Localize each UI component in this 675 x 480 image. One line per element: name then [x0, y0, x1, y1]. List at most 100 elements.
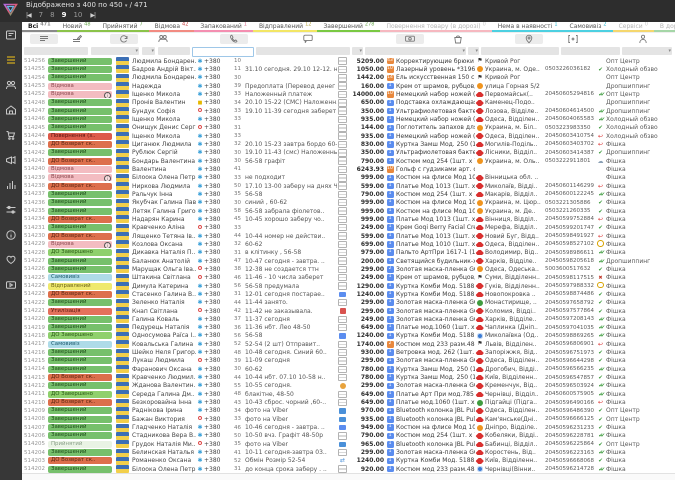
tracking-number[interactable]: 20450596223163: [545, 450, 595, 456]
filter-name[interactable]: [158, 47, 190, 55]
phone-number[interactable]: +380: [204, 249, 228, 256]
table-row[interactable]: 514229ВідмоваiКозлова Оксана✱+3803260-62…: [22, 240, 675, 248]
table-row[interactable]: 514225СамовивізШтакина СвітланаO+3804611…: [22, 274, 675, 282]
sidebar-settings-icon[interactable]: [4, 203, 18, 217]
table-row[interactable]: 514219ЗавершенийПедурець Наталія✱+380361…: [22, 324, 675, 332]
phone-number[interactable]: +380: [204, 174, 228, 181]
page-9[interactable]: 9: [62, 11, 67, 19]
phone-number[interactable]: +380: [204, 374, 228, 381]
tracking-number[interactable]: 20450596751973: [545, 350, 595, 356]
sidebar-stats-icon[interactable]: [4, 178, 18, 192]
tracking-number[interactable]: 20450596668068: [545, 458, 595, 464]
tab-Повернення товару (в дорозі)[interactable]: Повернення товару (в дорозі)0: [380, 22, 491, 32]
page-10[interactable]: 10: [73, 11, 82, 19]
table-row[interactable]: 514215ЗавершенийЛукаш ЛюдмилаO+3803911-0…: [22, 357, 675, 365]
tracking-number[interactable]: 20450599752884: [545, 216, 595, 222]
table-row[interactable]: 514212ЗавершенийЖданова Валентин..✱+3805…: [22, 382, 675, 390]
phone-number[interactable]: +380: [204, 349, 228, 356]
phone-number[interactable]: +380: [204, 99, 228, 106]
chevron-down-icon[interactable]: ▾: [668, 48, 671, 54]
phone-number[interactable]: +380: [204, 191, 228, 198]
tab-Відправлений[interactable]: Відправлений12: [253, 22, 318, 32]
phone-icon[interactable]: [220, 34, 248, 44]
tab-Сервіси[interactable]: Сервіси0: [613, 22, 654, 32]
filter-ttn[interactable]: [561, 47, 620, 55]
phone-number[interactable]: +380: [204, 116, 228, 123]
sidebar-orders-list-icon[interactable]: [4, 53, 18, 67]
note-icon[interactable]: [72, 34, 82, 44]
phone-number[interactable]: +380: [204, 216, 228, 223]
table-row[interactable]: 514227ЗавершенийБаланюк Анатолій✱+380471…: [22, 257, 675, 265]
tracking-number[interactable]: 20450605294816: [545, 91, 595, 97]
table-row[interactable]: 514222ЗавершенийЗеленко Наталія✱+3804411…: [22, 299, 675, 307]
people-icon[interactable]: [158, 34, 168, 44]
tracking-number[interactable]: 20450596214728: [545, 466, 595, 472]
chevron-down-icon[interactable]: ▾: [135, 48, 138, 54]
tracking-number[interactable]: 20450598117515: [545, 275, 595, 281]
phone-number[interactable]: +380: [204, 308, 228, 315]
phone-number[interactable]: +380: [204, 291, 228, 298]
phone-number[interactable]: +380: [204, 416, 228, 423]
tracking-number[interactable]: 20450599201747: [545, 225, 595, 231]
phone-number[interactable]: +380: [204, 274, 228, 281]
table-row[interactable]: 514244Повернення (з..Іщенко Микола✱+3803…: [22, 132, 675, 140]
tracking-number[interactable]: 20450596566235: [545, 366, 595, 372]
filter-carrier[interactable]: ▾: [468, 47, 479, 55]
tracking-number[interactable]: 20450596503924: [545, 383, 595, 389]
table-row[interactable]: 514241ДО Возврат ск..Бондарь Валентина✱+…: [22, 157, 675, 165]
phone-number[interactable]: +380: [204, 83, 228, 90]
sidebar-marketing-icon[interactable]: [4, 153, 18, 167]
tracking-number[interactable]: 20450596644298: [545, 358, 595, 364]
table-row[interactable]: 514204ЗавершенийБелинская Наталья✱+38041…: [22, 448, 675, 456]
table-row[interactable]: 514210ДО Возврат ск..Безкоровайна Інна✱+…: [22, 398, 675, 406]
app-logo-icon[interactable]: [3, 2, 18, 21]
tracking-number[interactable]: 20450597041035: [545, 325, 595, 331]
phone-number[interactable]: +380: [204, 382, 228, 389]
table-row[interactable]: 514236ЗавершенийЯкубчак Галина Пав..✱+38…: [22, 199, 675, 207]
phone-number[interactable]: +380: [204, 149, 228, 156]
table-row[interactable]: 514206ЗавершенийСтадникова Вера В..✱+380…: [22, 432, 675, 440]
sidebar-board-icon[interactable]: [4, 28, 18, 42]
tracking-number[interactable]: 20450600122245: [545, 191, 595, 197]
filter-address[interactable]: [481, 47, 559, 55]
phone-number[interactable]: +380: [204, 266, 228, 273]
table-row[interactable]: 514205ПрийнятийГрудок Наталія Ми..O+3803…: [22, 440, 675, 448]
page-7[interactable]: 7: [39, 11, 43, 19]
table-row[interactable]: 514240ВідмоваВалентина✱+380416243.9310Го…: [22, 165, 675, 173]
table-row[interactable]: 514208ЗавершенийБажан ВикторияO+38033фот…: [22, 415, 675, 423]
table-row[interactable]: 514239ВідмоваiБілоока Олена Петр..✱+3803…: [22, 174, 675, 182]
filter-phone[interactable]: [192, 47, 254, 57]
filter-product[interactable]: ▾: [365, 47, 466, 55]
phone-number[interactable]: +380: [204, 441, 228, 448]
table-row[interactable]: 514235ЗавершенийЛетяк Галина Григо..✱+38…: [22, 207, 675, 215]
tracking-number[interactable]: 20450596225864: [545, 441, 595, 447]
table-row[interactable]: 514231ЗавершенийКравченко АлінаO+3803324…: [22, 224, 675, 232]
phone-number[interactable]: +380: [204, 283, 228, 290]
phone-number[interactable]: +380: [204, 357, 228, 364]
phone-number[interactable]: +380: [204, 457, 228, 464]
phone-number[interactable]: +380: [204, 199, 228, 206]
chevron-down-icon[interactable]: ▾: [475, 48, 478, 54]
tracking-number[interactable]: 20450596806901: [545, 341, 595, 347]
tracking-number[interactable]: 20450597208143: [545, 316, 595, 322]
table-row[interactable]: 514224ВідправленийДимула Катерина✱+38056…: [22, 282, 675, 290]
table-row[interactable]: 514203ДО Возврат ск..Романенко Оксана✱+3…: [22, 457, 675, 465]
table-row[interactable]: 514220ЗавершенийГалина Коваль✱+3803711-3…: [22, 315, 675, 323]
table-row[interactable]: 514253ВідмоваНадежда✱+38039Предоплата (П…: [22, 82, 675, 90]
tracking-number[interactable]: 0503221260335: [545, 208, 595, 214]
phone-number[interactable]: +380: [204, 449, 228, 456]
phone-number[interactable]: +380: [204, 124, 228, 131]
tracking-number[interactable]: 20450598527102: [545, 241, 595, 247]
barcode-icon[interactable]: [568, 34, 578, 44]
tracking-number[interactable]: 20450598986611: [545, 250, 595, 256]
phone-number[interactable]: +380: [204, 141, 228, 148]
tab-Нема в наявності[interactable]: Нема в наявності1: [492, 22, 564, 32]
tracking-number[interactable]: 0503226036182: [545, 66, 595, 72]
phone-number[interactable]: +380: [204, 432, 228, 439]
sidebar-clients-icon[interactable]: [4, 78, 18, 92]
table-row[interactable]: 514221УтилізаціяКнап СвітланаO+3804211-4…: [22, 307, 675, 315]
tracking-number[interactable]: 20450603410754: [545, 133, 595, 139]
tracking-number[interactable]: 20450597988332: [545, 283, 595, 289]
tab-Запакований[interactable]: Запакований1: [194, 22, 253, 32]
filter-flag[interactable]: ▾: [91, 47, 139, 55]
